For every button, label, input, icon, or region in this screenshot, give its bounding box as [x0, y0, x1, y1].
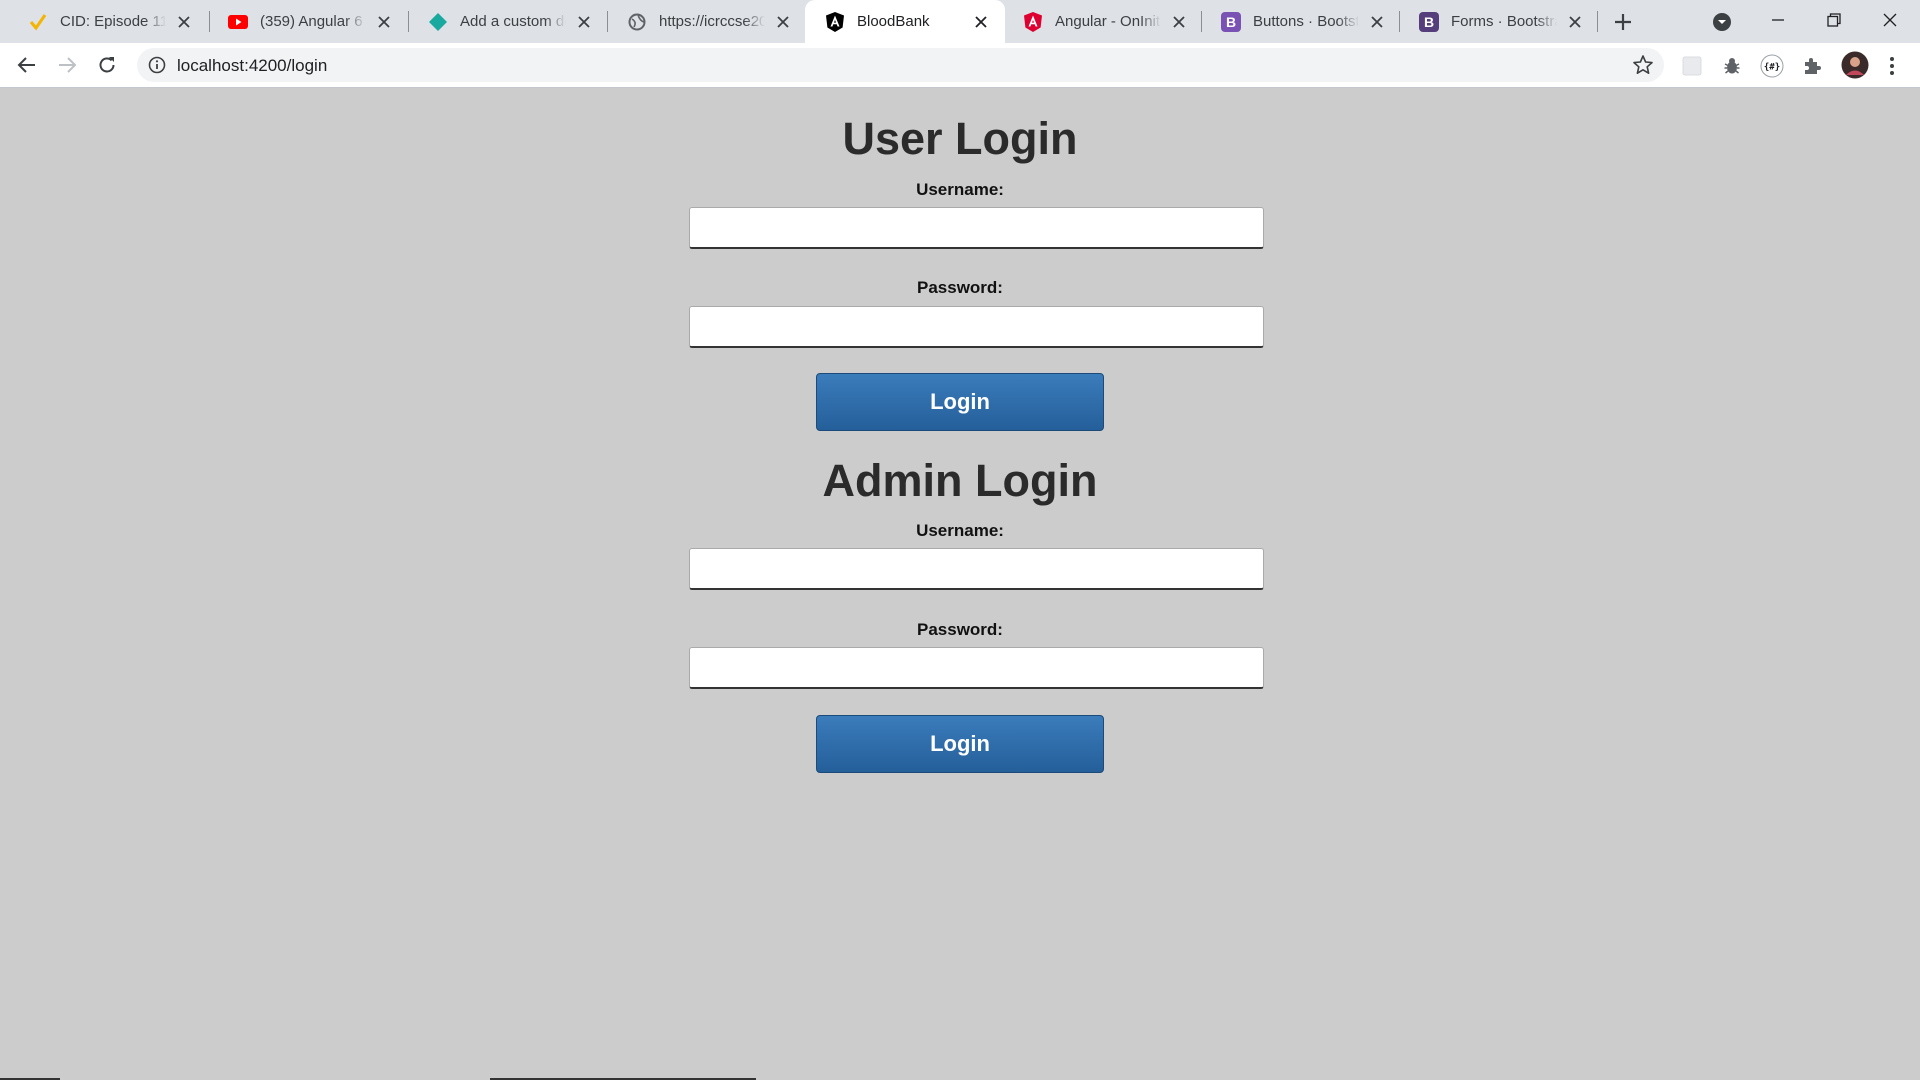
tab-title: Buttons · Bootstrap — [1253, 13, 1359, 30]
browser-tab[interactable]: https://icrccse2021 — [607, 0, 807, 43]
admin-login-button[interactable]: Login — [816, 715, 1104, 773]
browser-tab[interactable]: B Buttons · Bootstrap — [1201, 0, 1401, 43]
new-tab-button[interactable] — [1610, 9, 1636, 35]
close-icon[interactable] — [174, 12, 194, 32]
close-icon[interactable] — [971, 12, 991, 32]
admin-username-input[interactable] — [689, 548, 1264, 590]
url-text[interactable]: localhost:4200/login — [177, 56, 327, 76]
login-page: User Login Username: Password: Login Adm… — [0, 89, 1920, 1080]
admin-password-input[interactable] — [689, 647, 1264, 689]
browser-tab-active[interactable]: BloodBank — [805, 0, 1005, 43]
user-password-label: Password: — [917, 278, 1003, 297]
tab-title: Angular - OnInit — [1055, 13, 1161, 30]
tab-title: BloodBank — [857, 13, 930, 30]
minimize-icon — [1772, 19, 1784, 21]
tab-title: (359) Angular 6 Basics — [260, 13, 366, 30]
user-login-heading: User Login — [842, 113, 1078, 164]
youtube-icon — [228, 12, 248, 32]
user-username-input[interactable] — [689, 207, 1264, 249]
svg-text:B: B — [1424, 14, 1434, 30]
reload-button[interactable] — [91, 49, 123, 81]
minimize-button[interactable] — [1750, 0, 1806, 40]
diamond-icon — [428, 12, 448, 32]
browser-tab[interactable]: (359) Angular 6 Basics — [208, 0, 408, 43]
user-password-input[interactable] — [689, 306, 1264, 348]
tab-title: Add a custom domain — [460, 13, 566, 30]
address-bar[interactable]: localhost:4200/login — [137, 48, 1664, 82]
svg-text:{#}: {#} — [1764, 63, 1780, 73]
forward-button[interactable] — [51, 49, 83, 81]
admin-password-label: Password: — [917, 620, 1003, 639]
angular-black-icon — [825, 11, 845, 32]
browser-toolbar: localhost:4200/login {#} — [0, 43, 1920, 88]
extension-placeholder-icon[interactable] — [1680, 54, 1704, 78]
back-button[interactable] — [11, 49, 43, 81]
tab-title: CID: Episode 1157 — [60, 13, 166, 30]
more-menu-icon[interactable] — [1880, 54, 1904, 78]
bootstrap-icon: B — [1221, 11, 1241, 32]
tab-title: https://icrccse2021 — [659, 13, 765, 30]
close-window-button[interactable] — [1862, 0, 1918, 40]
close-icon[interactable] — [374, 12, 394, 32]
svg-text:B: B — [1226, 14, 1236, 30]
close-icon[interactable] — [1565, 12, 1585, 32]
browser-tab[interactable]: CID: Episode 1157 — [8, 0, 208, 43]
plus-icon — [1615, 14, 1631, 30]
tab-divider — [1597, 11, 1598, 32]
close-icon[interactable] — [1169, 12, 1189, 32]
arrow-right-icon — [59, 57, 77, 73]
check-favicon-icon — [28, 12, 48, 32]
user-username-label: Username: — [916, 180, 1004, 199]
tab-title: Forms · Bootstrap — [1451, 13, 1557, 30]
chevron-down-icon — [1713, 13, 1731, 31]
bug-icon[interactable] — [1720, 54, 1744, 78]
restore-button[interactable] — [1806, 0, 1862, 40]
puzzle-extensions-icon[interactable] — [1800, 54, 1824, 78]
close-icon[interactable] — [1367, 12, 1387, 32]
close-icon — [1883, 13, 1897, 27]
info-icon[interactable] — [148, 56, 166, 74]
globe-icon — [627, 12, 647, 32]
admin-login-heading: Admin Login — [822, 455, 1098, 506]
reload-icon — [99, 57, 115, 73]
browser-tab[interactable]: Add a custom domain — [408, 0, 608, 43]
bootstrap-icon: B — [1419, 11, 1439, 32]
restore-icon — [1827, 13, 1841, 27]
tab-search-button[interactable] — [1710, 10, 1734, 34]
angular-red-icon — [1023, 11, 1043, 32]
browser-tab[interactable]: B Forms · Bootstrap — [1399, 0, 1599, 43]
json-formatter-icon[interactable]: {#} — [1760, 54, 1784, 78]
close-icon[interactable] — [773, 12, 793, 32]
browser-tab[interactable]: Angular - OnInit — [1003, 0, 1203, 43]
bookmark-star-icon[interactable] — [1632, 54, 1654, 76]
browser-tab-strip: CID: Episode 1157 (359) Angular 6 Basics… — [0, 0, 1920, 43]
user-login-button[interactable]: Login — [816, 373, 1104, 431]
arrow-left-icon — [17, 57, 35, 73]
close-icon[interactable] — [574, 12, 594, 32]
admin-username-label: Username: — [916, 521, 1004, 540]
profile-avatar[interactable] — [1840, 50, 1870, 80]
